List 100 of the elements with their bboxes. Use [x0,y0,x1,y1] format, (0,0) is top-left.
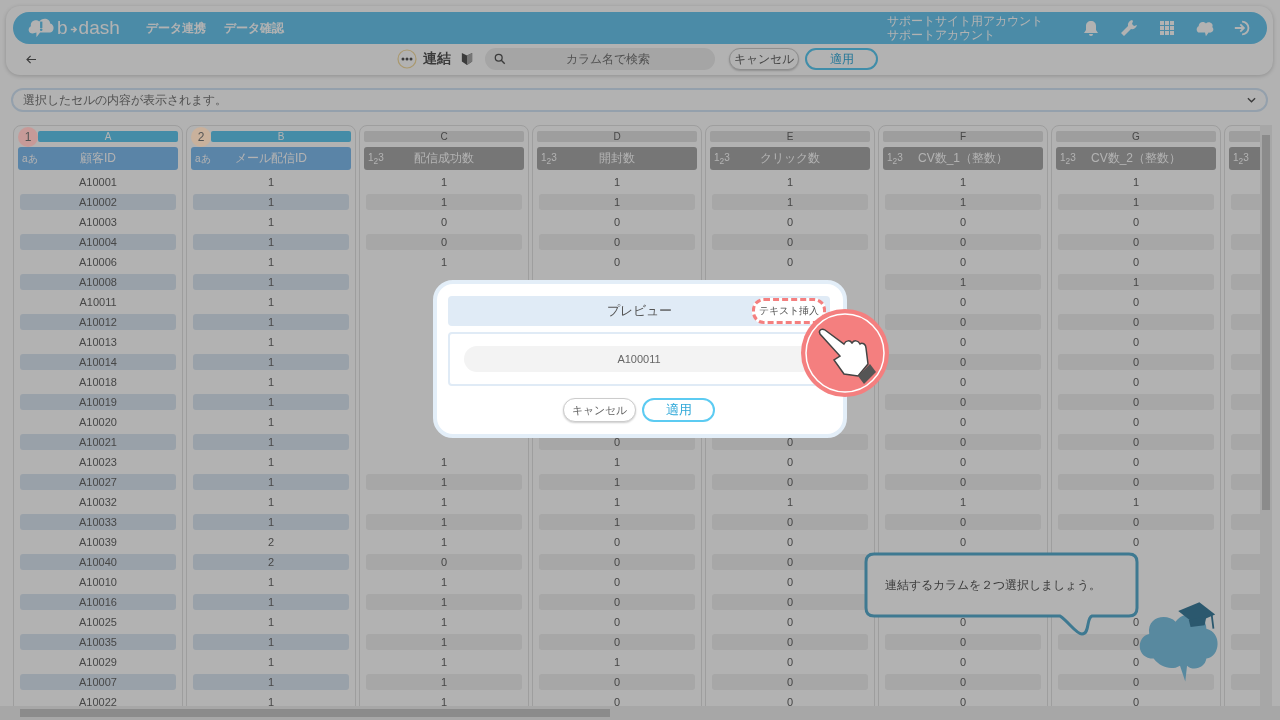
table-cell[interactable]: 0 [1058,234,1214,250]
table-cell[interactable]: 0 [712,634,868,650]
table-cell[interactable]: A10040 [20,554,176,570]
table-cell[interactable]: 1 [193,654,349,670]
table-cell[interactable]: 0 [885,474,1041,490]
table-cell[interactable]: A10023 [20,454,176,470]
table-cell[interactable]: 0 [1058,314,1214,330]
table-cell[interactable]: 0 [712,614,868,630]
table-cell[interactable]: 1 [712,494,868,510]
table-cell[interactable]: A10011 [20,294,176,310]
table-cell[interactable]: 1 [885,494,1041,510]
table-cell[interactable]: 2 [193,554,349,570]
table-cell[interactable]: 0 [712,574,868,590]
table-cell[interactable]: 0 [1058,694,1214,706]
table-cell[interactable]: 0 [539,214,695,230]
table-cell[interactable]: 0 [885,294,1041,310]
table-cell[interactable]: A10020 [20,414,176,430]
table-cell[interactable]: A10016 [20,594,176,610]
insert-text-button[interactable]: テキスト挿入 [752,298,826,324]
table-cell[interactable]: 0 [1058,654,1214,670]
table-cell[interactable]: 1 [366,494,522,510]
table-cell[interactable]: 1 [193,454,349,470]
table-cell[interactable]: A10007 [20,674,176,690]
table-cell[interactable]: 0 [1058,454,1214,470]
table-cell[interactable]: A10002 [20,194,176,210]
table-cell[interactable]: A10029 [20,654,176,670]
table-cell[interactable]: 1 [193,414,349,430]
table-cell[interactable]: A10013 [20,334,176,350]
table-cell[interactable]: 0 [366,234,522,250]
table-cell[interactable]: 0 [712,214,868,230]
table-cell[interactable]: 2 [193,534,349,550]
table-cell[interactable]: 0 [1058,414,1214,430]
table-cell[interactable]: 1 [193,214,349,230]
table-cell[interactable]: A10010 [20,574,176,590]
table-cell[interactable]: 1 [193,434,349,450]
table-cell[interactable]: 1 [539,654,695,670]
table-cell[interactable]: A10018 [20,374,176,390]
table-cell[interactable]: 1 [366,674,522,690]
table-cell[interactable]: 0 [1058,374,1214,390]
table-cell[interactable]: 0 [539,574,695,590]
table-cell[interactable]: 1 [539,454,695,470]
table-cell[interactable]: A10027 [20,474,176,490]
table-cell[interactable]: 0 [539,234,695,250]
table-cell[interactable]: A10006 [20,254,176,270]
table-cell[interactable]: 0 [885,614,1041,630]
table-cell[interactable]: A10039 [20,534,176,550]
table-cell[interactable]: A10022 [20,694,176,706]
apps-grid-icon[interactable] [1157,18,1177,38]
table-cell[interactable]: 0 [885,254,1041,270]
table-cell[interactable]: 0 [539,634,695,650]
table-cell[interactable]: 1 [193,394,349,410]
cell-content-field[interactable]: 選択したセルの内容が表示されます。 [11,88,1268,112]
table-cell[interactable]: 1 [712,174,868,190]
table-cell[interactable]: 1 [193,574,349,590]
table-cell[interactable]: 1 [193,254,349,270]
table-cell[interactable]: 0 [712,514,868,530]
table-cell[interactable]: 1 [885,274,1041,290]
table-cell[interactable]: 0 [539,674,695,690]
table-cell[interactable]: 1 [366,614,522,630]
table-cell[interactable]: 0 [539,614,695,630]
table-cell[interactable]: 1 [539,494,695,510]
beginner-mark-icon[interactable] [461,52,473,66]
table-cell[interactable]: 1 [1058,194,1214,210]
table-cell[interactable]: 0 [885,434,1041,450]
table-cell[interactable]: 0 [539,694,695,706]
table-cell[interactable]: 0 [712,694,868,706]
table-cell[interactable]: 0 [885,674,1041,690]
table-cell[interactable]: 0 [1058,394,1214,410]
table-cell[interactable]: 1 [712,194,868,210]
table-cell[interactable]: 0 [712,234,868,250]
table-cell[interactable]: 0 [1058,514,1214,530]
table-cell[interactable]: A10008 [20,274,176,290]
table-cell[interactable]: A10025 [20,614,176,630]
table-cell[interactable]: 0 [885,214,1041,230]
table-cell[interactable]: 0 [885,694,1041,706]
table-cell[interactable]: 0 [1058,474,1214,490]
table-cell[interactable]: A10035 [20,634,176,650]
table-cell[interactable]: 1 [193,614,349,630]
table-cell[interactable]: A10021 [20,434,176,450]
table-cell[interactable]: 1 [193,694,349,706]
table-cell[interactable]: 1 [366,454,522,470]
table-cell[interactable]: 1 [366,654,522,670]
table-cell[interactable]: 1 [1058,174,1214,190]
table-cell[interactable]: A10012 [20,314,176,330]
table-cell[interactable]: 1 [193,594,349,610]
table-cell[interactable]: 0 [366,554,522,570]
table-cell[interactable]: 0 [885,354,1041,370]
column-letter[interactable]: D [537,131,697,142]
column-letter[interactable]: E [710,131,870,142]
table-cell[interactable]: 0 [1058,534,1214,550]
column-letter[interactable]: G [1056,131,1216,142]
table-cell[interactable]: A10001 [20,174,176,190]
table-cell[interactable]: 1 [366,254,522,270]
table-cell[interactable]: 0 [1058,254,1214,270]
table-cell[interactable]: 0 [712,554,868,570]
table-cell[interactable]: 1 [366,574,522,590]
table-cell[interactable]: A10019 [20,394,176,410]
table-cell[interactable]: 1 [193,234,349,250]
table-cell[interactable]: 1 [366,474,522,490]
table-cell[interactable]: 1 [193,274,349,290]
